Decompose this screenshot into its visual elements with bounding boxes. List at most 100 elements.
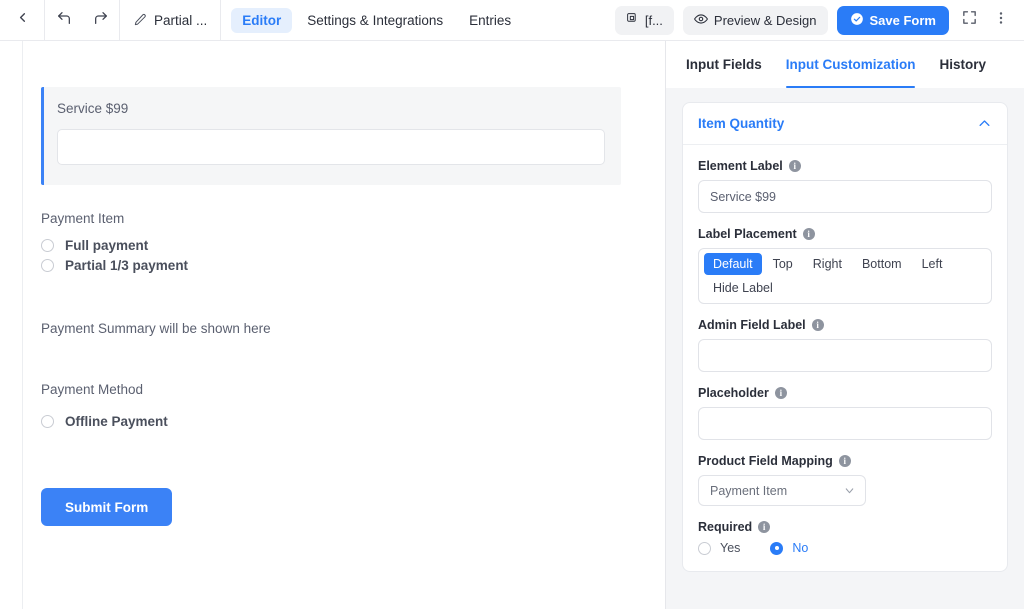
placeholder-caption: Placeholder i — [698, 386, 992, 400]
element-label-text: Element Label — [698, 159, 783, 173]
tab-settings-integrations[interactable]: Settings & Integrations — [296, 8, 454, 33]
required-option-yes-label: Yes — [720, 541, 741, 555]
submit-form-button[interactable]: Submit Form — [41, 488, 173, 526]
info-icon[interactable]: i — [758, 521, 771, 533]
required-option-no[interactable]: No — [770, 541, 808, 555]
item-quantity-card-header[interactable]: Item Quantity — [683, 103, 1007, 145]
product-field-mapping-value: Payment Item — [710, 483, 788, 498]
payment-summary-placeholder: Payment Summary will be shown here — [41, 321, 271, 336]
placeholder-text: Placeholder — [698, 386, 769, 400]
payment-method-offline-label: Offline Payment — [65, 414, 168, 429]
admin-field-label-input[interactable] — [698, 339, 992, 372]
payment-option-partial-label: Partial 1/3 payment — [65, 258, 189, 273]
panel-tab-input-fields[interactable]: Input Fields — [686, 41, 762, 88]
save-form-button[interactable]: Save Form — [836, 5, 949, 35]
panel-tab-history[interactable]: History — [939, 41, 986, 88]
info-icon[interactable]: i — [774, 387, 787, 399]
label-placement-option-left[interactable]: Left — [913, 253, 952, 275]
required-caption: Required i — [698, 520, 992, 534]
item-quantity-card-title: Item Quantity — [698, 116, 785, 131]
element-label-caption: Element Label i — [698, 159, 992, 173]
label-placement-option-bottom[interactable]: Bottom — [853, 253, 911, 275]
label-placement-option-top[interactable]: Top — [764, 253, 802, 275]
payment-item-block: Payment Item Full payment Partial 1/3 pa… — [41, 211, 621, 273]
product-field-mapping-field: Product Field Mapping i Payment Item — [698, 454, 992, 506]
form-canvas: Service $99 Payment Item Full payment Pa… — [0, 41, 666, 609]
radio-icon — [41, 239, 54, 252]
product-field-mapping-text: Product Field Mapping — [698, 454, 833, 468]
element-label-input[interactable]: Service $99 — [698, 180, 992, 213]
required-option-no-label: No — [792, 541, 809, 555]
required-text: Required — [698, 520, 753, 534]
payment-method-title: Payment Method — [41, 382, 144, 397]
more-options-button[interactable] — [990, 10, 1012, 31]
radio-selected-icon — [770, 541, 784, 555]
placeholder-input[interactable] — [698, 407, 992, 440]
payment-method-block: Payment Method Offline Payment — [41, 382, 621, 429]
selected-field-item-quantity[interactable]: Service $99 — [41, 87, 621, 185]
info-icon[interactable]: i — [838, 455, 851, 467]
panel-content: Item Quantity Element Label i Service $9… — [666, 88, 1024, 609]
check-circle-icon — [850, 12, 864, 29]
toolbar-divider-3 — [220, 0, 222, 41]
fullscreen-button[interactable] — [958, 9, 981, 31]
kebab-menu-icon — [993, 10, 1009, 31]
tab-entries[interactable]: Entries — [458, 8, 522, 33]
form-title-editable[interactable]: Partial ... — [120, 0, 220, 41]
payment-item-title: Payment Item — [41, 211, 125, 226]
info-icon[interactable]: i — [802, 228, 815, 240]
shortcode-button[interactable]: [f... — [614, 5, 674, 35]
label-placement-option-right[interactable]: Right — [804, 253, 851, 275]
preview-design-button[interactable]: Preview & Design — [682, 5, 828, 35]
pencil-icon — [133, 13, 147, 27]
info-icon[interactable]: i — [788, 160, 801, 172]
save-form-label: Save Form — [869, 12, 936, 28]
copy-icon — [626, 12, 639, 28]
selected-field-label: Service $99 — [57, 101, 129, 116]
undo-arrow-icon — [56, 10, 72, 31]
info-icon[interactable]: i — [811, 319, 824, 331]
admin-field-label-field: Admin Field Label i — [698, 318, 992, 372]
admin-field-label-text: Admin Field Label — [698, 318, 806, 332]
shortcode-label: [f... — [644, 12, 663, 28]
undo-button[interactable] — [45, 0, 82, 41]
payment-option-full-label: Full payment — [65, 238, 149, 253]
panel-tab-bar: Input Fields Input Customization History — [666, 41, 1024, 88]
chevron-left-icon — [15, 10, 30, 30]
eye-icon — [693, 12, 708, 29]
product-field-mapping-caption: Product Field Mapping i — [698, 454, 992, 468]
label-placement-segmented-control: Default Top Right Bottom Left Hide Label — [698, 248, 992, 304]
element-label-field: Element Label i Service $99 — [698, 159, 992, 213]
required-option-yes[interactable]: Yes — [698, 541, 740, 555]
label-placement-option-hide-label[interactable]: Hide Label — [704, 277, 782, 299]
label-placement-field: Label Placement i Default Top Right Bott… — [698, 227, 992, 304]
canvas-left-rail — [22, 41, 23, 609]
admin-field-label-caption: Admin Field Label i — [698, 318, 992, 332]
chevron-down-icon — [843, 484, 856, 497]
tab-editor[interactable]: Editor — [231, 7, 293, 33]
item-quantity-card: Item Quantity Element Label i Service $9… — [682, 102, 1008, 572]
redo-button[interactable] — [82, 0, 119, 41]
radio-icon — [41, 259, 54, 272]
payment-method-offline[interactable]: Offline Payment — [41, 414, 621, 429]
product-field-mapping-select[interactable]: Payment Item — [698, 475, 866, 506]
top-toolbar: Partial ... Editor Settings & Integratio… — [0, 0, 1024, 41]
payment-option-partial[interactable]: Partial 1/3 payment — [41, 258, 621, 273]
toolbar-actions: [f... Preview & Design Save Form — [614, 5, 1012, 35]
radio-icon — [698, 541, 711, 555]
payment-option-full[interactable]: Full payment — [41, 238, 621, 253]
label-placement-option-default[interactable]: Default — [704, 253, 762, 275]
form-preview: Service $99 Payment Item Full payment Pa… — [0, 41, 665, 526]
fullscreen-corners-icon — [961, 9, 978, 31]
label-placement-caption: Label Placement i — [698, 227, 992, 241]
preview-design-label: Preview & Design — [713, 12, 817, 28]
back-button[interactable] — [0, 0, 44, 41]
panel-tab-input-customization[interactable]: Input Customization — [785, 41, 915, 88]
item-quantity-input[interactable] — [57, 129, 605, 165]
workspace: Service $99 Payment Item Full payment Pa… — [0, 41, 1024, 609]
radio-icon — [41, 415, 54, 428]
settings-panel: Input Fields Input Customization History… — [666, 41, 1024, 609]
chevron-up-icon[interactable] — [977, 116, 992, 131]
item-quantity-card-body: Element Label i Service $99 Label Placem… — [683, 145, 1007, 571]
form-title-text: Partial ... — [154, 12, 208, 28]
